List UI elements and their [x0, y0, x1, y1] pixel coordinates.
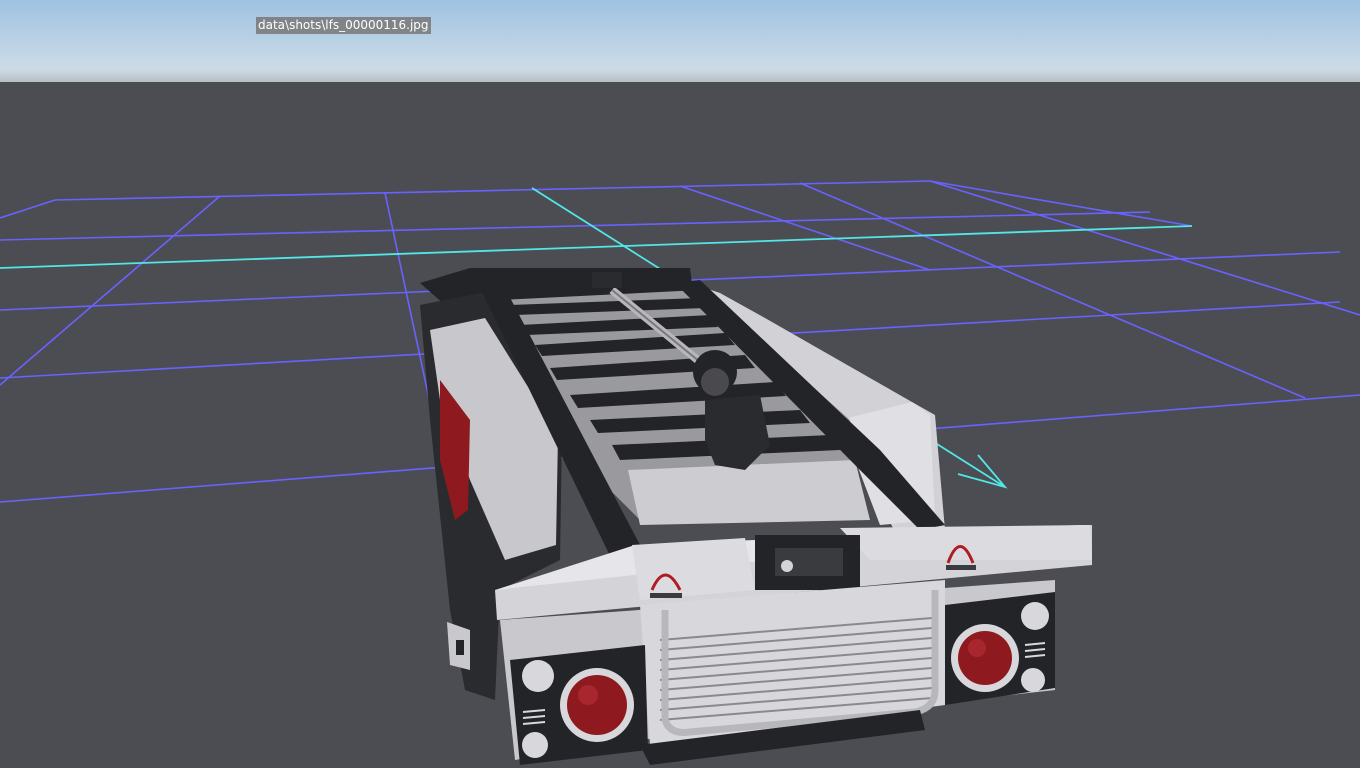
3d-viewport[interactable]: data\shots\lfs_00000116.jpg — [0, 0, 1360, 768]
scene-render — [0, 180, 1360, 765]
vehicle-chassis — [420, 268, 1092, 765]
file-path-label: data\shots\lfs_00000116.jpg — [256, 17, 431, 34]
